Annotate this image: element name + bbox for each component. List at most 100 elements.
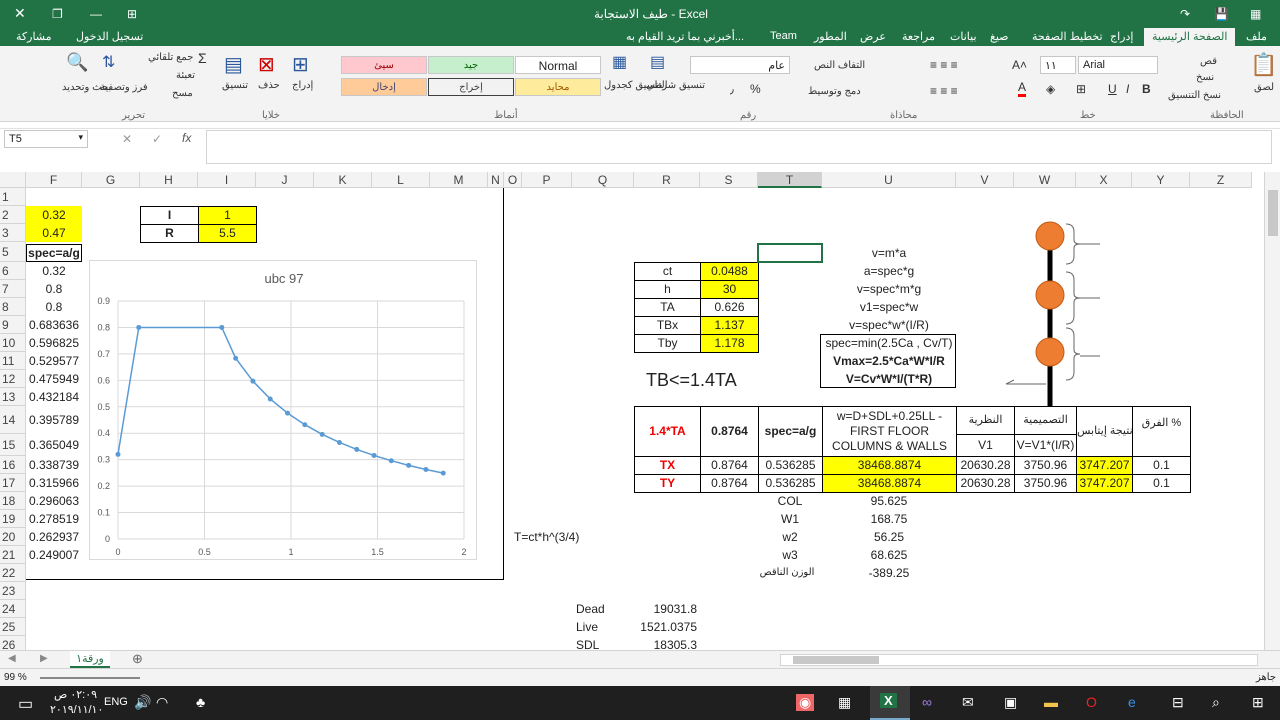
- cell-F15[interactable]: 0.365049: [26, 436, 82, 454]
- cell-F7[interactable]: 0.8: [26, 280, 82, 298]
- app-icon-2[interactable]: ▦: [838, 694, 851, 711]
- percent-button[interactable]: %: [750, 82, 761, 96]
- cell-T14[interactable]: spec=a/g: [758, 406, 823, 457]
- insert-cells-button[interactable]: إدراج: [292, 80, 313, 91]
- cell-U11[interactable]: Vmax=2.5*Ca*W*I/R: [822, 352, 956, 370]
- cell-I2[interactable]: 1: [198, 206, 257, 225]
- col-header[interactable]: I: [198, 172, 256, 188]
- cell-F13[interactable]: 0.432184: [26, 388, 82, 406]
- notification-icon[interactable]: ▭: [18, 694, 33, 714]
- cell-S10[interactable]: 1.178: [700, 334, 759, 353]
- cell-U6[interactable]: a=spec*g: [822, 262, 956, 280]
- autosum-button[interactable]: جمع تلقائي: [148, 52, 193, 63]
- tab-formulas[interactable]: صيغ: [990, 30, 1009, 43]
- cell-F20[interactable]: 0.262937: [26, 528, 82, 546]
- cell-T19[interactable]: W1: [758, 510, 822, 528]
- border-icon[interactable]: ⊞: [1076, 82, 1086, 96]
- zoom-level[interactable]: 99 %: [4, 672, 27, 683]
- delete-cells-button[interactable]: حذف: [258, 80, 280, 91]
- cell-U8[interactable]: v1=spec*w: [822, 298, 956, 316]
- col-header[interactable]: G: [82, 172, 140, 188]
- cell-P20[interactable]: T=ct*h^(3/4): [514, 528, 579, 546]
- opera-icon[interactable]: O: [1086, 694, 1097, 710]
- row-header[interactable]: 13: [0, 388, 26, 406]
- cell-F11[interactable]: 0.529577: [26, 352, 82, 370]
- row-header[interactable]: 1: [0, 188, 26, 206]
- format-cells-icon[interactable]: ▤: [224, 52, 243, 77]
- cancel-icon[interactable]: ✕: [122, 132, 132, 146]
- save-icon[interactable]: 💾: [1214, 7, 1229, 21]
- col-header[interactable]: F: [26, 172, 82, 188]
- clear-button[interactable]: مسح: [172, 88, 193, 99]
- format-painter-button[interactable]: نسخ التنسيق: [1168, 90, 1221, 101]
- tab-view[interactable]: عرض: [860, 30, 886, 43]
- col-header[interactable]: W: [1014, 172, 1076, 188]
- app-icon-1[interactable]: ◉: [796, 694, 815, 711]
- style-neutral[interactable]: محايد: [515, 78, 601, 96]
- style-input[interactable]: إدخال: [341, 78, 427, 96]
- cell-S17[interactable]: 0.8764: [700, 474, 759, 493]
- align-top-icon[interactable]: ≡ ≡ ≡: [930, 58, 958, 72]
- cell-R8[interactable]: TA: [634, 298, 701, 317]
- cell-F12[interactable]: 0.475949: [26, 370, 82, 388]
- row-header[interactable]: 10: [0, 334, 26, 352]
- cell-U10[interactable]: spec=min(2.5Ca , Cv/T): [822, 334, 956, 352]
- underline-button[interactable]: U: [1108, 82, 1117, 96]
- tab-developer[interactable]: المطور: [814, 30, 847, 43]
- cell-U22[interactable]: -389.25: [822, 564, 956, 582]
- mail-icon[interactable]: ✉: [962, 694, 974, 711]
- minimize-icon[interactable]: —: [90, 7, 102, 21]
- cell-W14[interactable]: التصميمية: [1014, 406, 1077, 435]
- cell-Q24[interactable]: Dead: [576, 600, 605, 618]
- row-header[interactable]: 19: [0, 510, 26, 528]
- row-header[interactable]: 16: [0, 456, 26, 474]
- cell-S6[interactable]: 0.0488: [700, 262, 759, 281]
- cell-T16[interactable]: 0.536285: [758, 456, 823, 475]
- copy-button[interactable]: نسخ: [1196, 72, 1214, 83]
- col-header-selected[interactable]: T: [758, 172, 822, 188]
- ribbon-display-icon[interactable]: ⊞: [127, 7, 137, 21]
- cut-button[interactable]: قص: [1200, 56, 1217, 67]
- cell-W16[interactable]: 3750.96: [1014, 456, 1077, 475]
- col-header[interactable]: R: [634, 172, 700, 188]
- col-header[interactable]: Y: [1132, 172, 1190, 188]
- style-normal[interactable]: Normal: [515, 56, 601, 74]
- cell-R24[interactable]: 19031.8: [634, 600, 700, 618]
- bold-button[interactable]: B: [1142, 82, 1151, 96]
- cell-Y16[interactable]: 0.1: [1132, 456, 1191, 475]
- cell-R6[interactable]: ct: [634, 262, 701, 281]
- cell-U5[interactable]: v=m*a: [822, 244, 956, 262]
- chart-ubc97[interactable]: ubc 97 0 0.1 0.2 0.3 0.4 0.5 0.6 0.7 0.8 0.9 0 0.5 1 1…: [89, 260, 477, 560]
- cell-F6[interactable]: 0.32: [26, 262, 82, 280]
- row-header[interactable]: 12: [0, 370, 26, 388]
- zoom-slider[interactable]: [40, 677, 140, 679]
- italic-button[interactable]: I: [1126, 82, 1129, 96]
- horizontal-scroll-thumb[interactable]: [793, 656, 879, 664]
- row-header[interactable]: 11: [0, 352, 26, 370]
- row-header[interactable]: 15: [0, 434, 26, 456]
- col-header[interactable]: O: [504, 172, 522, 188]
- row-header[interactable]: 23: [0, 582, 26, 600]
- insert-cells-icon[interactable]: ⊞: [292, 52, 309, 77]
- tell-me-input[interactable]: أخبرني بما تريد القيام به...: [626, 30, 744, 43]
- find-select-button[interactable]: بحث وتحديد: [62, 82, 111, 93]
- font-color-icon[interactable]: A: [1018, 80, 1027, 97]
- style-good[interactable]: جيد: [428, 56, 514, 74]
- tab-review[interactable]: مراجعة: [902, 30, 935, 43]
- comma-button[interactable]: ٫: [730, 82, 734, 96]
- network-icon[interactable]: ♣: [196, 694, 205, 710]
- cell-U18[interactable]: 95.625: [822, 492, 956, 510]
- close-icon[interactable]: ✕: [14, 5, 26, 22]
- cell-V17[interactable]: 20630.28: [956, 474, 1015, 493]
- col-header[interactable]: H: [140, 172, 198, 188]
- cell-Q26[interactable]: SDL: [576, 636, 599, 650]
- tab-page-layout[interactable]: تخطيط الصفحة: [1032, 30, 1103, 43]
- format-table-button[interactable]: التنسيق كجدول: [604, 80, 667, 91]
- cell-F19[interactable]: 0.278519: [26, 510, 82, 528]
- add-sheet-button[interactable]: ⊕: [132, 651, 143, 667]
- cell-Q25[interactable]: Live: [576, 618, 598, 636]
- cell-V16[interactable]: 20630.28: [956, 456, 1015, 475]
- col-header[interactable]: K: [314, 172, 372, 188]
- sort-filter-icon[interactable]: ⇅: [102, 52, 115, 72]
- enter-icon[interactable]: ✓: [152, 132, 162, 146]
